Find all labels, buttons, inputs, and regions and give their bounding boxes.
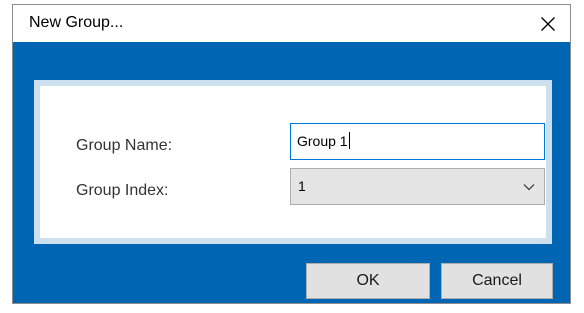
group-index-value: 1 [298,178,306,194]
group-name-input[interactable]: Group 1 [290,123,545,160]
dialog-client-area: Group Name: Group 1 Group Index: 1 OK Ca… [13,42,570,303]
group-index-label: Group Index: [76,182,169,199]
form-panel: Group Name: Group 1 Group Index: 1 [40,86,546,238]
text-caret [348,132,350,149]
close-icon [541,16,555,31]
group-name-value: Group 1 [297,133,348,149]
close-button[interactable] [526,5,570,42]
group-name-label: Group Name: [76,137,173,154]
dialog-title: New Group... [29,14,124,31]
ok-button[interactable]: OK [306,263,430,299]
title-bar[interactable]: New Group... [13,5,570,42]
new-group-dialog: New Group... Group Name: Group 1 Group I… [12,4,571,304]
form-panel-frame: Group Name: Group 1 Group Index: 1 [34,80,552,244]
group-index-dropdown[interactable]: 1 [290,168,545,205]
chevron-down-icon [523,184,535,191]
cancel-button[interactable]: Cancel [441,263,553,299]
